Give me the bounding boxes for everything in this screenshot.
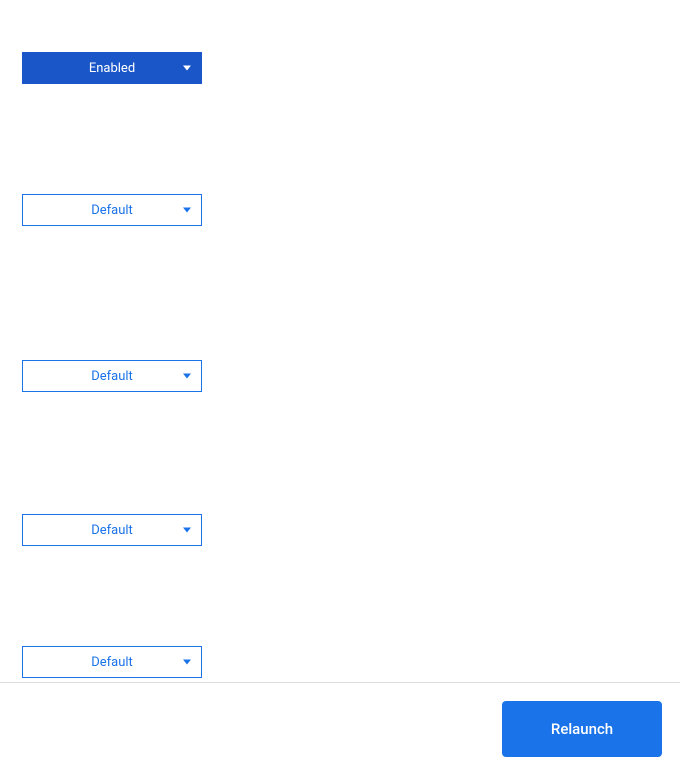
- footer-bar: Relaunch: [0, 682, 680, 774]
- chevron-down-icon: [183, 528, 191, 533]
- flag-dropdown-label: Enabled: [23, 61, 201, 76]
- flag-dropdown-label: Default: [23, 203, 201, 218]
- flag-dropdown-label: Default: [23, 369, 201, 384]
- flags-dropdown-column: Enabled Default Default Default Default: [0, 0, 680, 678]
- flag-dropdown-5[interactable]: Default: [22, 646, 202, 678]
- relaunch-button[interactable]: Relaunch: [502, 701, 662, 757]
- chevron-down-icon: [183, 374, 191, 379]
- chevron-down-icon: [183, 66, 191, 71]
- flag-dropdown-4[interactable]: Default: [22, 514, 202, 546]
- flag-dropdown-3[interactable]: Default: [22, 360, 202, 392]
- flag-dropdown-label: Default: [23, 523, 201, 538]
- chevron-down-icon: [183, 208, 191, 213]
- chevron-down-icon: [183, 660, 191, 665]
- flag-dropdown-2[interactable]: Default: [22, 194, 202, 226]
- flag-dropdown-label: Default: [23, 655, 201, 670]
- flag-dropdown-1[interactable]: Enabled: [22, 52, 202, 84]
